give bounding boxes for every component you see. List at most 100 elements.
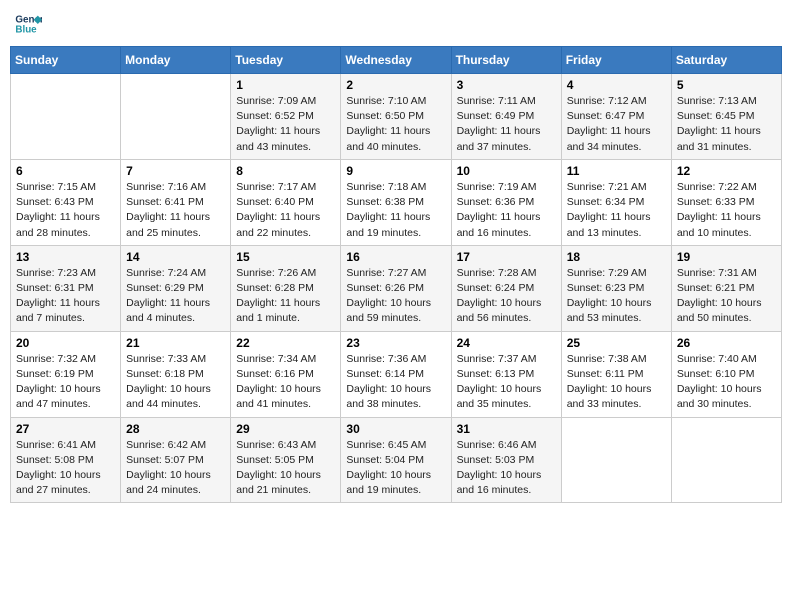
calendar-cell <box>561 417 671 503</box>
day-detail: Sunrise: 7:33 AMSunset: 6:18 PMDaylight:… <box>126 352 225 413</box>
day-detail: Sunrise: 7:09 AMSunset: 6:52 PMDaylight:… <box>236 94 335 155</box>
day-detail: Sunrise: 7:22 AMSunset: 6:33 PMDaylight:… <box>677 180 776 241</box>
calendar-cell: 1 Sunrise: 7:09 AMSunset: 6:52 PMDaylight… <box>231 74 341 160</box>
day-number: 24 <box>457 336 556 350</box>
day-number: 18 <box>567 250 666 264</box>
day-detail: Sunrise: 7:31 AMSunset: 6:21 PMDaylight:… <box>677 266 776 327</box>
day-detail: Sunrise: 7:29 AMSunset: 6:23 PMDaylight:… <box>567 266 666 327</box>
calendar-cell: 2 Sunrise: 7:10 AMSunset: 6:50 PMDaylight… <box>341 74 451 160</box>
calendar-table: SundayMondayTuesdayWednesdayThursdayFrid… <box>10 46 782 503</box>
day-number: 2 <box>346 78 445 92</box>
day-detail: Sunrise: 7:11 AMSunset: 6:49 PMDaylight:… <box>457 94 556 155</box>
day-detail: Sunrise: 7:38 AMSunset: 6:11 PMDaylight:… <box>567 352 666 413</box>
day-number: 7 <box>126 164 225 178</box>
calendar-cell <box>121 74 231 160</box>
day-detail: Sunrise: 7:23 AMSunset: 6:31 PMDaylight:… <box>16 266 115 327</box>
day-detail: Sunrise: 7:32 AMSunset: 6:19 PMDaylight:… <box>16 352 115 413</box>
day-number: 1 <box>236 78 335 92</box>
calendar-cell: 3 Sunrise: 7:11 AMSunset: 6:49 PMDaylight… <box>451 74 561 160</box>
day-detail: Sunrise: 7:40 AMSunset: 6:10 PMDaylight:… <box>677 352 776 413</box>
day-number: 17 <box>457 250 556 264</box>
day-detail: Sunrise: 7:17 AMSunset: 6:40 PMDaylight:… <box>236 180 335 241</box>
page-header: General Blue <box>10 10 782 38</box>
day-number: 3 <box>457 78 556 92</box>
calendar-cell: 7 Sunrise: 7:16 AMSunset: 6:41 PMDaylight… <box>121 159 231 245</box>
calendar-cell: 16Sunrise: 7:27 AMSunset: 6:26 PMDayligh… <box>341 245 451 331</box>
day-detail: Sunrise: 7:16 AMSunset: 6:41 PMDaylight:… <box>126 180 225 241</box>
svg-text:Blue: Blue <box>15 24 37 35</box>
day-detail: Sunrise: 7:13 AMSunset: 6:45 PMDaylight:… <box>677 94 776 155</box>
day-number: 19 <box>677 250 776 264</box>
weekday-header-sunday: Sunday <box>11 47 121 74</box>
calendar-cell: 25 Sunrise: 7:38 AMSunset: 6:11 PMDayligh… <box>561 331 671 417</box>
calendar-cell: 8 Sunrise: 7:17 AMSunset: 6:40 PMDaylight… <box>231 159 341 245</box>
calendar-cell: 13 Sunrise: 7:23 AMSunset: 6:31 PMDayligh… <box>11 245 121 331</box>
day-number: 11 <box>567 164 666 178</box>
day-number: 16 <box>346 250 445 264</box>
calendar-cell: 15 Sunrise: 7:26 AMSunset: 6:28 PMDayligh… <box>231 245 341 331</box>
day-detail: Sunrise: 7:37 AMSunset: 6:13 PMDaylight:… <box>457 352 556 413</box>
day-number: 25 <box>567 336 666 350</box>
calendar-cell: 23 Sunrise: 7:36 AMSunset: 6:14 PMDayligh… <box>341 331 451 417</box>
day-detail: Sunrise: 7:26 AMSunset: 6:28 PMDaylight:… <box>236 266 335 327</box>
calendar-cell: 12 Sunrise: 7:22 AMSunset: 6:33 PMDayligh… <box>671 159 781 245</box>
day-detail: Sunrise: 6:42 AMSunset: 5:07 PMDaylight:… <box>126 438 225 499</box>
logo: General Blue <box>14 10 44 38</box>
day-detail: Sunrise: 7:15 AMSunset: 6:43 PMDaylight:… <box>16 180 115 241</box>
day-detail: Sunrise: 7:28 AMSunset: 6:24 PMDaylight:… <box>457 266 556 327</box>
day-detail: Sunrise: 7:24 AMSunset: 6:29 PMDaylight:… <box>126 266 225 327</box>
weekday-header-wednesday: Wednesday <box>341 47 451 74</box>
day-number: 20 <box>16 336 115 350</box>
day-detail: Sunrise: 6:46 AMSunset: 5:03 PMDaylight:… <box>457 438 556 499</box>
calendar-cell: 17 Sunrise: 7:28 AMSunset: 6:24 PMDayligh… <box>451 245 561 331</box>
day-number: 4 <box>567 78 666 92</box>
day-detail: Sunrise: 6:45 AMSunset: 5:04 PMDaylight:… <box>346 438 445 499</box>
calendar-cell: 10 Sunrise: 7:19 AMSunset: 6:36 PMDayligh… <box>451 159 561 245</box>
day-number: 8 <box>236 164 335 178</box>
day-number: 13 <box>16 250 115 264</box>
day-number: 26 <box>677 336 776 350</box>
weekday-header-tuesday: Tuesday <box>231 47 341 74</box>
day-number: 15 <box>236 250 335 264</box>
calendar-cell: 4 Sunrise: 7:12 AMSunset: 6:47 PMDaylight… <box>561 74 671 160</box>
calendar-cell: 30 Sunrise: 6:45 AMSunset: 5:04 PMDayligh… <box>341 417 451 503</box>
calendar-cell: 26 Sunrise: 7:40 AMSunset: 6:10 PMDayligh… <box>671 331 781 417</box>
calendar-cell: 6 Sunrise: 7:15 AMSunset: 6:43 PMDaylight… <box>11 159 121 245</box>
day-detail: Sunrise: 7:36 AMSunset: 6:14 PMDaylight:… <box>346 352 445 413</box>
day-detail: Sunrise: 7:18 AMSunset: 6:38 PMDaylight:… <box>346 180 445 241</box>
day-number: 6 <box>16 164 115 178</box>
calendar-cell: 19 Sunrise: 7:31 AMSunset: 6:21 PMDayligh… <box>671 245 781 331</box>
calendar-cell <box>11 74 121 160</box>
calendar-cell: 31 Sunrise: 6:46 AMSunset: 5:03 PMDayligh… <box>451 417 561 503</box>
calendar-cell: 21Sunrise: 7:33 AMSunset: 6:18 PMDayligh… <box>121 331 231 417</box>
day-detail: Sunrise: 7:19 AMSunset: 6:36 PMDaylight:… <box>457 180 556 241</box>
calendar-cell: 9 Sunrise: 7:18 AMSunset: 6:38 PMDaylight… <box>341 159 451 245</box>
day-number: 9 <box>346 164 445 178</box>
day-detail: Sunrise: 7:10 AMSunset: 6:50 PMDaylight:… <box>346 94 445 155</box>
day-number: 10 <box>457 164 556 178</box>
day-detail: Sunrise: 7:12 AMSunset: 6:47 PMDaylight:… <box>567 94 666 155</box>
calendar-cell <box>671 417 781 503</box>
day-detail: Sunrise: 6:43 AMSunset: 5:05 PMDaylight:… <box>236 438 335 499</box>
day-number: 23 <box>346 336 445 350</box>
calendar-cell: 18 Sunrise: 7:29 AMSunset: 6:23 PMDayligh… <box>561 245 671 331</box>
day-number: 29 <box>236 422 335 436</box>
calendar-cell: 5 Sunrise: 7:13 AMSunset: 6:45 PMDaylight… <box>671 74 781 160</box>
day-number: 28 <box>126 422 225 436</box>
weekday-header-thursday: Thursday <box>451 47 561 74</box>
day-number: 30 <box>346 422 445 436</box>
day-number: 14 <box>126 250 225 264</box>
calendar-cell: 14 Sunrise: 7:24 AMSunset: 6:29 PMDayligh… <box>121 245 231 331</box>
calendar-cell: 20 Sunrise: 7:32 AMSunset: 6:19 PMDayligh… <box>11 331 121 417</box>
day-number: 22 <box>236 336 335 350</box>
day-number: 31 <box>457 422 556 436</box>
calendar-cell: 27Sunrise: 6:41 AMSunset: 5:08 PMDayligh… <box>11 417 121 503</box>
day-number: 5 <box>677 78 776 92</box>
day-detail: Sunrise: 6:41 AMSunset: 5:08 PMDaylight:… <box>16 438 115 499</box>
day-number: 12 <box>677 164 776 178</box>
calendar-cell: 29 Sunrise: 6:43 AMSunset: 5:05 PMDayligh… <box>231 417 341 503</box>
logo-icon: General Blue <box>14 10 42 38</box>
day-detail: Sunrise: 7:34 AMSunset: 6:16 PMDaylight:… <box>236 352 335 413</box>
weekday-header-saturday: Saturday <box>671 47 781 74</box>
calendar-cell: 24 Sunrise: 7:37 AMSunset: 6:13 PMDayligh… <box>451 331 561 417</box>
